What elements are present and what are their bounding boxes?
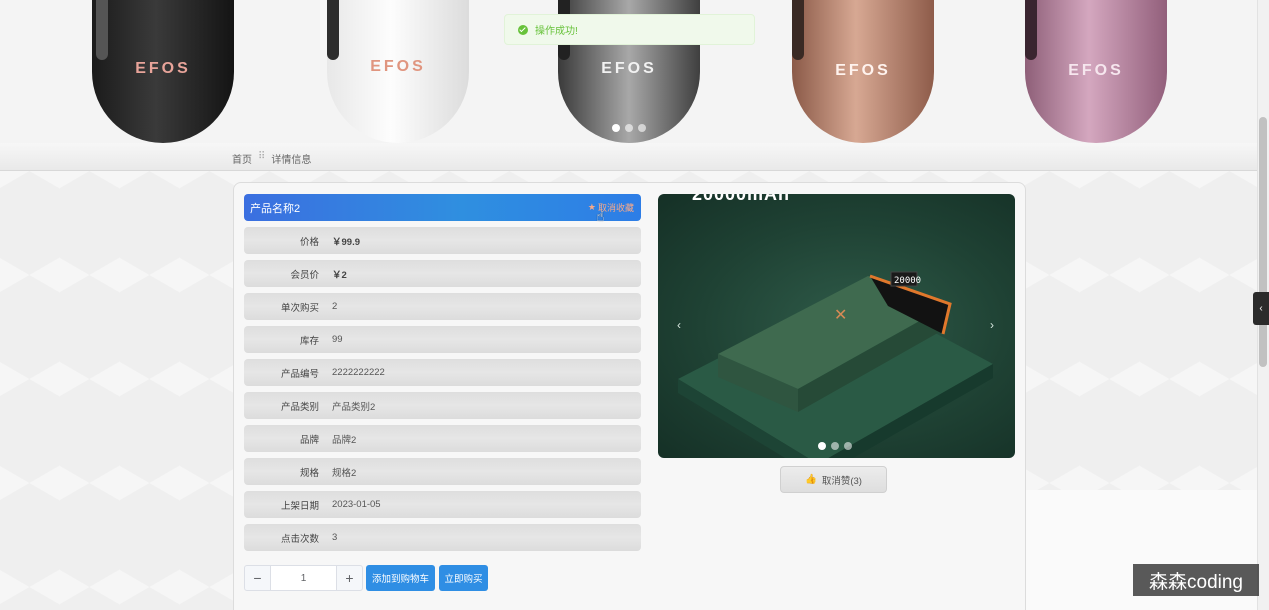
info-row: 点击次数 3 <box>244 524 641 551</box>
unlike-button[interactable]: 👍 取消赞(3) <box>780 466 887 493</box>
breadcrumb-home[interactable]: 首页 <box>232 151 252 166</box>
add-to-cart-button[interactable]: 添加到购物车 <box>366 565 435 591</box>
brand-logo: EFOS <box>135 60 191 77</box>
brand-logo: EFOS <box>370 58 426 75</box>
product-title-bar: 产品名称2 ★ 取消收藏 <box>244 194 641 221</box>
breadcrumb-current: 详情信息 <box>271 155 312 166</box>
product-info-list: 价格 ￥99.9 会员价 ￥2 单次购买 2 库存 99 产品编号 2222222222 产品类别产… <box>244 227 641 557</box>
banner-dot[interactable] <box>625 124 633 132</box>
unfavorite-button[interactable]: ★ 取消收藏 <box>588 201 634 214</box>
svg-text:✕: ✕ <box>834 305 847 324</box>
banner-product-black: EFOS <box>92 0 234 143</box>
info-label: 单次购买 <box>280 302 319 314</box>
buy-now-button[interactable]: 立即购买 <box>439 565 488 591</box>
info-label: 点击次数 <box>280 533 319 545</box>
info-row: 规格 规格2 <box>244 458 641 485</box>
carousel-prev-button[interactable]: ‹ <box>677 318 681 332</box>
banner-dot[interactable] <box>638 124 646 132</box>
info-label: 上架日期 <box>280 500 319 512</box>
banner-dot[interactable] <box>612 124 620 132</box>
info-row: 产品类别 产品类别2 <box>244 392 641 419</box>
watermark: 森森coding <box>1133 564 1259 596</box>
carousel-dot[interactable] <box>831 442 839 450</box>
info-value: 产品类别2 <box>332 401 376 413</box>
power-bank-image: 20000 ✕ <box>678 271 993 458</box>
info-row: 产品编号 2222222222 <box>244 359 641 386</box>
info-row: 单次购买 2 <box>244 293 641 320</box>
carousel-indicators <box>818 442 852 450</box>
breadcrumb-bar: 首页 ⠿ 详情信息 <box>0 143 1257 171</box>
side-panel-toggle[interactable]: ‹ <box>1253 292 1269 325</box>
info-value: 99 <box>332 334 343 345</box>
banner-indicators <box>612 124 646 132</box>
check-circle-icon <box>518 24 528 35</box>
info-row: 库存 99 <box>244 326 641 353</box>
product-title: 产品名称2 <box>250 202 301 215</box>
info-value: 2023-01-05 <box>332 499 381 510</box>
info-value: ￥99.9 <box>332 236 360 248</box>
hand-cursor-icon: ☝ <box>596 208 605 224</box>
brand-logo: EFOS <box>835 62 891 79</box>
brand-logo: EFOS <box>1068 62 1124 79</box>
info-label: 会员价 <box>290 269 319 281</box>
success-toast: 操作成功! <box>504 14 755 45</box>
info-value: 规格2 <box>332 467 357 479</box>
carousel-dot[interactable] <box>844 442 852 450</box>
quantity-input[interactable]: 1 <box>271 565 336 591</box>
info-label: 库存 <box>299 335 319 347</box>
carousel-dot[interactable] <box>818 442 826 450</box>
info-value: 3 <box>332 532 338 543</box>
toast-message: 操作成功! <box>535 26 578 37</box>
thumbs-up-icon: 👍 <box>805 474 817 485</box>
info-row: 上架日期 2023-01-05 <box>244 491 641 518</box>
product-image-carousel[interactable]: 20000mAh 20000 ✕ ‹ › <box>658 194 1015 458</box>
banner-product-pink: EFOS <box>1025 0 1167 143</box>
breadcrumb-separator: ⠿ <box>258 151 266 162</box>
decrease-button[interactable]: − <box>244 565 271 591</box>
info-label: 产品类别 <box>280 401 319 413</box>
scrollbar-thumb[interactable] <box>1259 117 1267 367</box>
banner-product-white: EFOS <box>327 0 469 143</box>
info-value: 2222222222 <box>332 367 385 378</box>
breadcrumb: 首页 ⠿ 详情信息 <box>232 151 311 166</box>
info-label: 规格 <box>299 467 319 479</box>
star-icon: ★ <box>587 202 596 212</box>
info-label: 产品编号 <box>280 368 319 380</box>
info-label: 品牌 <box>299 434 319 446</box>
info-row: 会员价 ￥2 <box>244 260 641 287</box>
power-bank-display: 20000 <box>894 276 921 286</box>
info-row: 价格 ￥99.9 <box>244 227 641 254</box>
info-label: 价格 <box>299 236 319 248</box>
info-value: 2 <box>332 301 338 312</box>
increase-button[interactable]: + <box>336 565 363 591</box>
carousel-next-button[interactable]: › <box>990 318 994 332</box>
info-row: 品牌 品牌2 <box>244 425 641 452</box>
info-value: 品牌2 <box>332 434 357 446</box>
brand-logo: EFOS <box>601 60 657 77</box>
banner-product-rose: EFOS <box>792 0 934 143</box>
info-value: ￥2 <box>332 269 347 281</box>
unlike-label: 取消赞(3) <box>821 475 862 487</box>
quantity-stepper[interactable]: − 1 + <box>244 565 363 591</box>
